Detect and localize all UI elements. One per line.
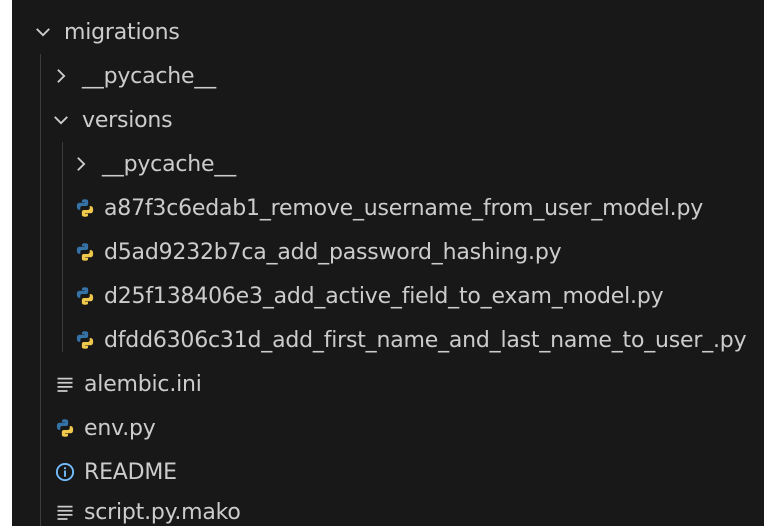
python-icon xyxy=(54,417,76,439)
tree-folder-versions[interactable]: versions xyxy=(12,98,764,142)
python-icon xyxy=(74,329,96,351)
python-icon xyxy=(74,197,96,219)
tree-label: a87f3c6edab1_remove_username_from_user_m… xyxy=(104,195,704,221)
tree-file[interactable]: README xyxy=(12,450,764,494)
tree-label: d5ad9232b7ca_add_password_hashing.py xyxy=(104,239,562,265)
tree-file[interactable]: d5ad9232b7ca_add_password_hashing.py xyxy=(12,230,764,274)
tree-label: env.py xyxy=(84,415,156,441)
chevron-right-icon xyxy=(50,65,72,87)
tree-label: alembic.ini xyxy=(84,371,202,397)
tree-label: d25f138406e3_add_active_field_to_exam_mo… xyxy=(104,283,664,309)
window-edge xyxy=(0,0,12,526)
chevron-down-icon xyxy=(50,109,72,131)
explorer-tree: migrations __pycache__ versions __pycach… xyxy=(12,0,764,526)
tree-label: versions xyxy=(82,107,173,133)
tree-file[interactable]: script.py.mako xyxy=(12,490,764,526)
tree-file[interactable]: dfdd6306c31d_add_first_name_and_last_nam… xyxy=(12,318,764,362)
lines-icon xyxy=(54,501,76,523)
chevron-right-icon xyxy=(70,153,92,175)
tree-file[interactable]: alembic.ini xyxy=(12,362,764,406)
tree-folder-pycache[interactable]: __pycache__ xyxy=(12,142,764,186)
tree-label: dfdd6306c31d_add_first_name_and_last_nam… xyxy=(104,327,747,353)
python-icon xyxy=(74,241,96,263)
tree-label: README xyxy=(84,459,177,485)
tree-label: migrations xyxy=(64,19,180,45)
tree-folder-pycache[interactable]: __pycache__ xyxy=(12,54,764,98)
tree-file[interactable]: d25f138406e3_add_active_field_to_exam_mo… xyxy=(12,274,764,318)
tree-label: __pycache__ xyxy=(102,151,236,177)
lines-icon xyxy=(54,373,76,395)
tree-file[interactable]: a87f3c6edab1_remove_username_from_user_m… xyxy=(12,186,764,230)
tree-file[interactable]: env.py xyxy=(12,406,764,450)
tree-label: __pycache__ xyxy=(82,63,216,89)
tree-label: script.py.mako xyxy=(84,499,241,525)
tree-folder-migrations[interactable]: migrations xyxy=(12,10,764,54)
python-icon xyxy=(74,285,96,307)
chevron-down-icon xyxy=(32,21,54,43)
info-icon xyxy=(54,461,76,483)
